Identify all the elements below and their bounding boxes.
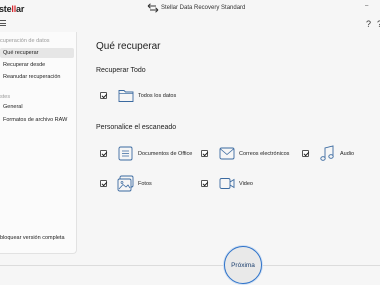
emails-checkbox[interactable] xyxy=(201,150,208,157)
sidebar-item-raw-formats[interactable]: Formatos de archivo RAW xyxy=(0,115,74,125)
back-arrow-icon[interactable] xyxy=(147,3,159,13)
minimize-button[interactable]: – xyxy=(365,3,371,11)
office-documents-label: Documentos de Office xyxy=(138,151,193,157)
hamburger-menu-icon[interactable] xyxy=(0,20,6,26)
sidebar-item-what-to-recover[interactable]: Qué recuperar xyxy=(0,48,74,58)
video-checkbox[interactable] xyxy=(201,180,208,187)
title-bar: stellar Stellar Data Recovery Standard – xyxy=(0,0,380,18)
all-data-label: Todos los datos xyxy=(138,93,177,99)
page-title: Qué recuperar xyxy=(96,41,161,52)
audio-checkbox[interactable] xyxy=(302,150,309,157)
sidebar-item-general[interactable]: General xyxy=(0,102,74,112)
video-camera-icon xyxy=(219,178,235,189)
next-button[interactable]: Próxima xyxy=(224,246,262,284)
photos-icon xyxy=(117,175,134,192)
unlock-full-version-link[interactable]: bloquear versión completa xyxy=(0,235,65,241)
sidebar-section-data-recovery: cuperación de datos xyxy=(0,38,50,44)
help-icon[interactable]: ? xyxy=(366,19,371,29)
customize-scan-heading: Personalice el escaneado xyxy=(96,124,177,131)
window-title: Stellar Data Recovery Standard xyxy=(161,5,246,11)
footer-divider xyxy=(0,265,380,266)
all-data-checkbox[interactable] xyxy=(100,92,107,99)
email-icon xyxy=(219,147,235,160)
document-icon xyxy=(118,146,133,161)
music-note-icon xyxy=(320,145,334,161)
sidebar: cuperación de datos Qué recuperar Recupe… xyxy=(0,32,77,254)
recover-all-heading: Recuperar Todo xyxy=(96,67,146,74)
photos-checkbox[interactable] xyxy=(100,180,107,187)
sidebar-item-resume-recovery[interactable]: Reanudar recuperación xyxy=(0,72,74,82)
sidebar-section-settings: stes xyxy=(0,94,11,100)
folder-icon xyxy=(118,90,134,102)
audio-label: Audio xyxy=(340,151,355,157)
photos-label: Fotos xyxy=(138,181,152,187)
stellar-logo: stellar xyxy=(0,4,25,14)
sidebar-item-recover-from[interactable]: Recuperar desde xyxy=(0,60,74,70)
video-label: Video xyxy=(239,181,253,187)
office-documents-checkbox[interactable] xyxy=(100,150,107,157)
emails-label: Correos electrónicos xyxy=(239,151,290,157)
